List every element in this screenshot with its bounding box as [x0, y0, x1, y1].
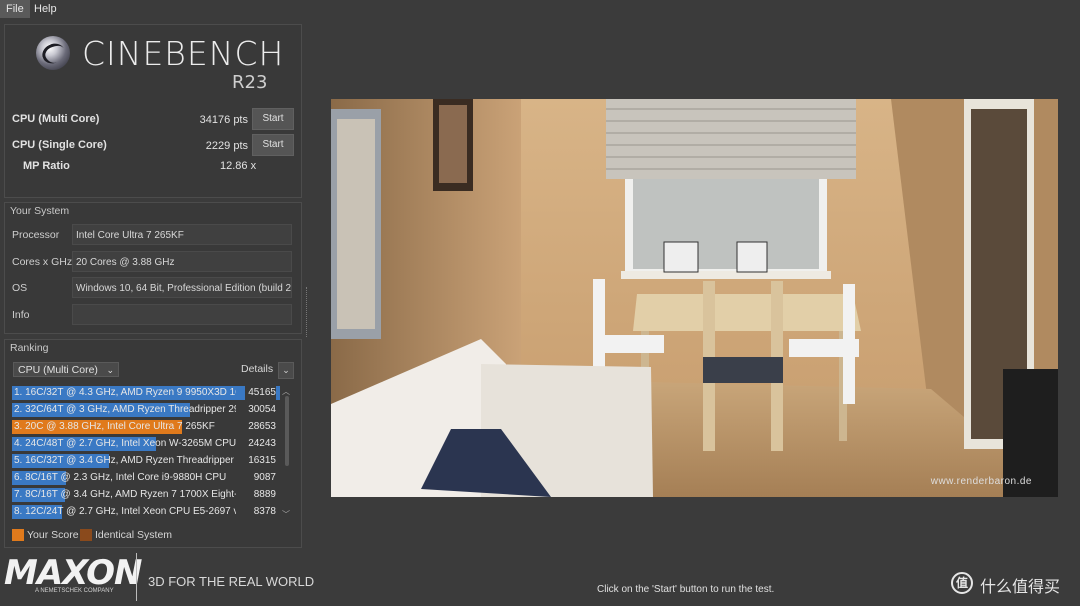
info-field[interactable]	[72, 304, 292, 325]
ranking-list[interactable]: 1. 16C/32T @ 4.3 GHz, AMD Ryzen 9 9950X3…	[12, 385, 280, 522]
your-score-swatch	[12, 529, 24, 541]
ranking-row-score: 16315	[245, 453, 276, 469]
ranking-row[interactable]: 7. 8C/16T @ 3.4 GHz, AMD Ryzen 7 1700X E…	[12, 487, 280, 503]
your-system-title: Your System	[10, 205, 70, 217]
identical-system-swatch	[80, 529, 92, 541]
cinebench-logo-icon	[36, 36, 70, 70]
ranking-scrollbar-thumb[interactable]	[285, 396, 289, 466]
maxon-subtitle: A NEMETSCHEK COMPANY	[35, 588, 114, 594]
multi-core-score: 34176 pts	[199, 114, 248, 126]
ranking-row-score: 24243	[245, 436, 276, 452]
multi-core-start-button[interactable]: Start	[252, 108, 294, 130]
ranking-row-name: 2. 32C/64T @ 3 GHz, AMD Ryzen Threadripp…	[14, 404, 236, 415]
ranking-row-name: 3. 20C @ 3.88 GHz, Intel Core Ultra 7 26…	[14, 421, 215, 432]
scroll-down-icon[interactable]: ﹀	[282, 509, 290, 520]
chevron-down-icon: ⌄	[282, 365, 290, 375]
ranking-row-name: 6. 8C/16T @ 2.3 GHz, Intel Core i9-9880H…	[14, 472, 227, 483]
render-credit: www.renderbaron.de	[930, 476, 1032, 487]
processor-label: Processor	[12, 229, 60, 241]
mp-ratio-value: 12.86 x	[220, 160, 257, 172]
ranking-row[interactable]: 8. 12C/24T @ 2.7 GHz, Intel Xeon CPU E5-…	[12, 504, 280, 520]
maxon-tagline: 3D FOR THE REAL WORLD	[148, 574, 315, 589]
chevron-down-icon: ⌄	[106, 365, 114, 375]
ranking-row-score: 45165	[245, 385, 276, 401]
ranking-row-name: 1. 16C/32T @ 4.3 GHz, AMD Ryzen 9 9950X3…	[14, 387, 236, 398]
ranking-row[interactable]: 1. 16C/32T @ 4.3 GHz, AMD Ryzen 9 9950X3…	[12, 385, 280, 401]
ranking-row[interactable]: 6. 8C/16T @ 2.3 GHz, Intel Core i9-9880H…	[12, 470, 280, 486]
cores-field: 20 Cores @ 3.88 GHz	[72, 251, 292, 272]
watermark-icon: 值	[951, 572, 973, 594]
mp-ratio-label: MP Ratio	[23, 160, 70, 172]
ranking-row-score: 9087	[250, 470, 276, 486]
ranking-row-score: 28653	[245, 419, 276, 435]
info-label: Info	[12, 309, 30, 321]
your-score-legend: Your Score	[27, 529, 79, 541]
multi-core-label: CPU (Multi Core)	[12, 113, 100, 125]
footer-divider	[136, 553, 137, 601]
ranking-row-score: 8889	[250, 487, 276, 503]
ranking-row-score: 30054	[245, 402, 276, 418]
single-core-label: CPU (Single Core)	[12, 139, 107, 151]
details-toggle-button[interactable]: ⌄	[278, 362, 294, 379]
panel-splitter-handle[interactable]	[306, 287, 309, 337]
ranking-row[interactable]: 4. 24C/48T @ 2.7 GHz, Intel Xeon W-3265M…	[12, 436, 280, 452]
processor-field: Intel Core Ultra 7 265KF	[72, 224, 292, 245]
details-label: Details	[241, 363, 274, 375]
ranking-type-select[interactable]: CPU (Multi Core) ⌄	[13, 362, 119, 377]
ranking-row-score: 8378	[250, 504, 276, 520]
app-title: CINEBENCH	[82, 34, 285, 73]
single-core-score: 2229 pts	[205, 140, 248, 152]
os-field: Windows 10, 64 Bit, Professional Edition…	[72, 277, 292, 298]
maxon-logo: MAXON	[4, 553, 143, 593]
ranking-row-name: 4. 24C/48T @ 2.7 GHz, Intel Xeon W-3265M…	[14, 438, 236, 449]
menu-bar: File Help	[0, 0, 1080, 18]
ranking-title: Ranking	[10, 342, 49, 354]
ranking-row[interactable]: 3. 20C @ 3.88 GHz, Intel Core Ultra 7 26…	[12, 419, 280, 435]
menu-help[interactable]: Help	[28, 0, 63, 18]
ranking-row[interactable]: 2. 32C/64T @ 3 GHz, AMD Ryzen Threadripp…	[12, 402, 280, 418]
render-scene-image	[331, 99, 1058, 497]
identical-system-legend: Identical System	[95, 529, 173, 541]
ranking-type-select-value: CPU (Multi Core)	[18, 364, 98, 376]
ranking-row-name: 5. 16C/32T @ 3.4 GHz, AMD Ryzen Threadri…	[14, 455, 234, 466]
ranking-row-name: 7. 8C/16T @ 3.4 GHz, AMD Ryzen 7 1700X E…	[14, 489, 236, 500]
menu-file[interactable]: File	[0, 0, 30, 18]
app-version: R23	[232, 72, 268, 93]
single-core-start-button[interactable]: Start	[252, 134, 294, 156]
ranking-row[interactable]: 5. 16C/32T @ 3.4 GHz, AMD Ryzen Threadri…	[12, 453, 280, 469]
watermark-text: 什么值得买	[980, 579, 1061, 596]
status-message: Click on the 'Start' button to run the t…	[597, 584, 775, 595]
cores-label: Cores x GHz	[12, 256, 73, 268]
ranking-row-name: 8. 12C/24T @ 2.7 GHz, Intel Xeon CPU E5-…	[14, 506, 236, 517]
os-label: OS	[12, 282, 28, 294]
render-viewport: www.renderbaron.de	[331, 99, 1058, 497]
